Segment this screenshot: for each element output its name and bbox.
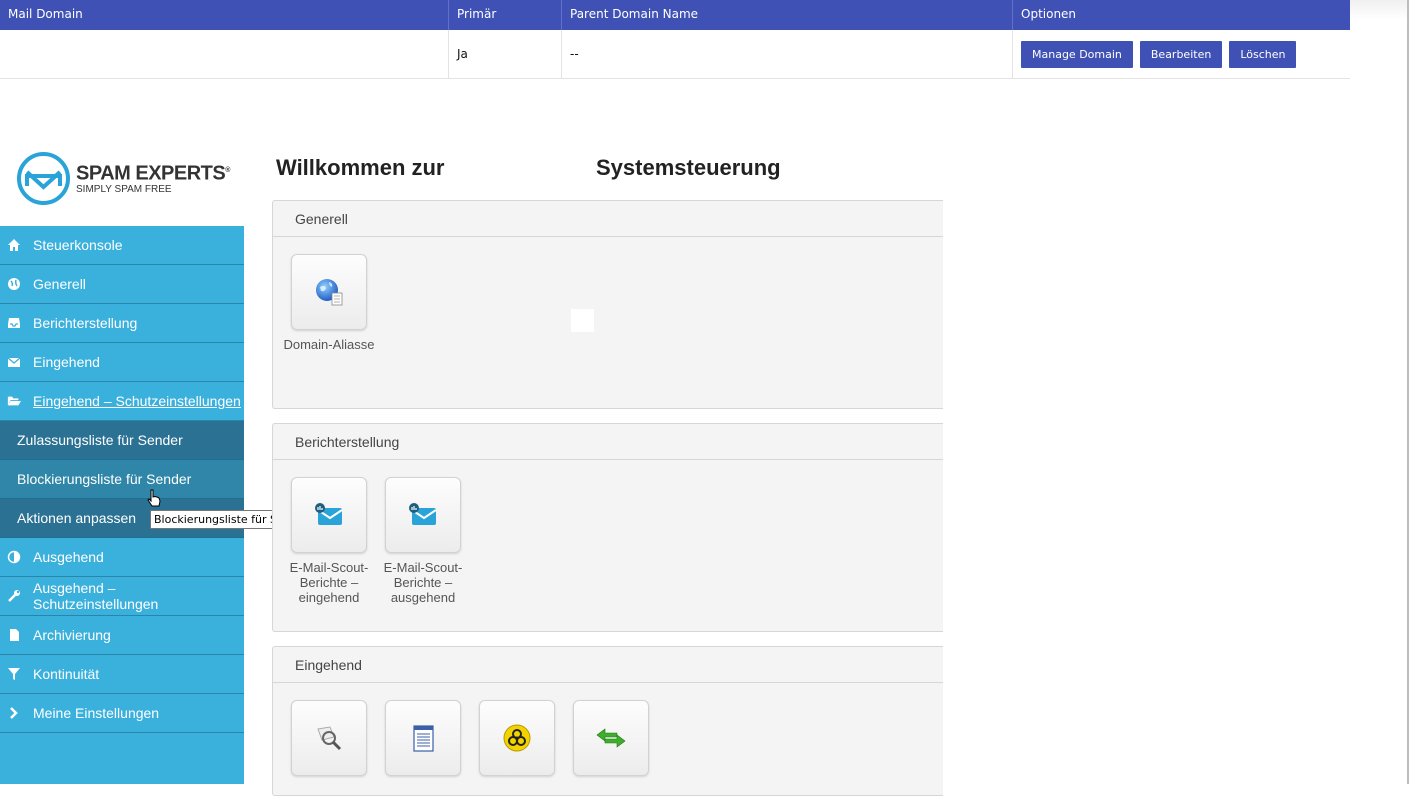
cell-parent-domain: -- [562,30,1013,78]
sidebar-subitem-zulassungsliste[interactable]: Zulassungsliste für Sender [0,421,244,460]
adjust-icon [7,550,21,564]
manage-domain-button[interactable]: Manage Domain [1021,40,1133,68]
sidebar-item-kontinuitaet[interactable]: Kontinuität [0,655,244,694]
sidebar-item-label: Berichterstellung [33,315,138,331]
delete-button[interactable]: Löschen [1229,40,1297,68]
logo[interactable]: SPAM EXPERTS® SIMPLY SPAM FREE [17,152,230,205]
envelope-icon [7,355,21,369]
sidebar-item-label: Steuerkonsole [33,237,123,253]
sidebar-item-meine-einstellungen[interactable]: Meine Einstellungen [0,694,244,733]
edit-button[interactable]: Bearbeiten [1139,40,1223,68]
mail-report-icon [315,503,343,525]
sidebar-subitem-label: Blockierungsliste für Sender [17,471,192,487]
domain-table-header: Mail Domain Primär Parent Domain Name Op… [0,0,1350,30]
magnifier-icon [317,726,342,751]
tile-label: E-Mail-Scout-Berichte – eingehend [289,560,369,605]
sidebar-item-ausgehend-schutz[interactable]: Ausgehend – Schutzeinstellungen [0,577,244,616]
cell-options: Manage Domain Bearbeiten Löschen [1013,30,1350,78]
sidebar: Steuerkonsole Generell Berichterstellung… [0,226,244,784]
sidebar-item-label: Ausgehend – Schutzeinstellungen [33,580,159,612]
sidebar-item-ausgehend[interactable]: Ausgehend [0,538,244,577]
hand-cursor-icon [147,489,161,507]
header-options: Optionen [1021,7,1077,21]
tile-eingehend-1[interactable] [282,700,376,783]
home-icon [7,238,21,252]
sidebar-item-label: Eingehend [33,354,100,370]
file-icon [7,628,21,642]
page-title-part1: Willkommen zur [276,155,445,180]
sidebar-item-label: Archivierung [33,627,111,643]
sidebar-item-archivierung[interactable]: Archivierung [0,616,244,655]
placeholder-square [571,309,594,332]
tile-eingehend-2[interactable] [376,700,470,783]
logo-registered: ® [225,167,230,175]
sidebar-item-berichterstellung[interactable]: Berichterstellung [0,304,244,343]
mail-report-icon [409,503,437,525]
sidebar-item-label: Generell [33,276,86,292]
sidebar-subitem-blockierungsliste[interactable]: Blockierungsliste für Sender [0,460,244,499]
arrows-exchange-icon [596,728,626,748]
globe-document-icon [316,279,343,306]
panel-title: Generell [273,201,943,237]
logo-tagline: SIMPLY SPAM FREE [76,183,172,195]
sidebar-item-label: Eingehend – Schutzeinstellungen [33,393,241,409]
tile-eingehend-4[interactable] [564,700,658,783]
sidebar-subitem-label: Zulassungsliste für Sender [17,432,183,448]
panel-title: Berichterstellung [273,424,943,460]
tile-label: Domain-Aliasse [283,337,375,352]
sidebar-item-label: Meine Einstellungen [33,705,160,721]
panel-eingehend: Eingehend [272,646,943,796]
sidebar-item-eingehend[interactable]: Eingehend [0,343,244,382]
sidebar-subitem-label: Aktionen anpassen [17,510,137,526]
panel-title: Eingehend [273,647,943,683]
globe-icon [7,277,21,291]
folder-open-icon [7,394,21,408]
inbox-icon [7,316,21,330]
domain-table: Mail Domain Primär Parent Domain Name Op… [0,0,1350,79]
tile-domain-aliasse[interactable]: Domain-Aliasse [282,254,376,352]
biohazard-icon [503,724,531,752]
logo-brand: SPAM EXPERTS [76,162,226,185]
wrench-icon [7,589,21,603]
filter-icon [7,667,21,681]
tile-label: E-Mail-Scout-Berichte – ausgehend [383,560,463,605]
sidebar-item-eingehend-schutz[interactable]: Eingehend – Schutzeinstellungen [0,382,244,421]
cell-primary: Ja [449,30,562,78]
sidebar-item-label: Ausgehend [33,549,104,565]
sidebar-item-label: Kontinuität [33,666,100,682]
cell-mail-domain [0,30,449,78]
envelope-logo-icon [17,152,70,205]
tile-eingehend-3[interactable] [470,700,564,783]
sidebar-item-steuerkonsole[interactable]: Steuerkonsole [0,226,244,265]
report-list-icon [413,725,434,752]
sidebar-item-generell[interactable]: Generell [0,265,244,304]
page-title-part2: Systemsteuerung [596,155,781,180]
header-primary: Primär [449,0,562,30]
table-row: Ja -- Manage Domain Bearbeiten Löschen [0,30,1350,79]
panel-berichterstellung: Berichterstellung E-Mail-Scout-Berichte … [272,423,943,632]
top-shadow [1350,0,1409,20]
header-parent-domain: Parent Domain Name [562,0,1013,30]
tile-scout-ausgehend[interactable]: E-Mail-Scout-Berichte – ausgehend [376,477,470,605]
tile-scout-eingehend[interactable]: E-Mail-Scout-Berichte – eingehend [282,477,376,605]
chevron-right-icon [7,706,21,720]
panel-generell: Generell Domain-Aliasse [272,200,943,409]
header-mail-domain: Mail Domain [0,0,449,30]
